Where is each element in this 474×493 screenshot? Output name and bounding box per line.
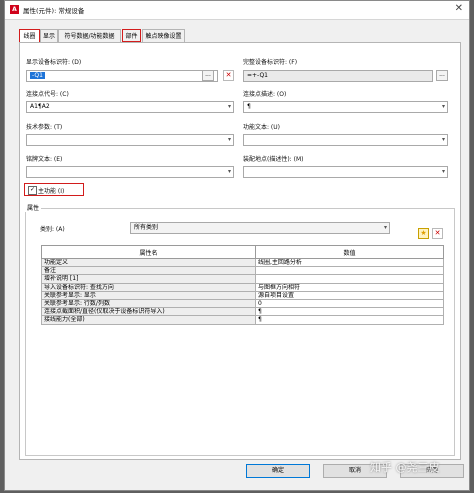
- ok-button[interactable]: 确定: [246, 464, 310, 478]
- install-location-input[interactable]: ▾: [243, 166, 448, 178]
- connection-code-input[interactable]: A1¶A2 ▾: [26, 101, 234, 113]
- property-value[interactable]: 源自项目设置: [255, 290, 444, 300]
- table-row[interactable]: 增补说明 [1]: [41, 274, 444, 284]
- tab-parts[interactable]: 部件: [122, 29, 141, 42]
- chevron-down-icon[interactable]: ▾: [228, 135, 231, 145]
- table-row[interactable]: 接线能力(全部) ¶: [41, 315, 444, 325]
- connection-desc-value: ¶: [247, 103, 251, 110]
- property-value[interactable]: ¶: [255, 307, 444, 317]
- properties-group-title: 属性: [25, 203, 42, 212]
- property-name: 连接点截面积/直径(仅取决于设备标识符导入): [41, 307, 256, 317]
- property-name: 增补说明 [1]: [41, 274, 256, 284]
- chevron-down-icon[interactable]: ▾: [228, 167, 231, 177]
- app-logo-icon: A: [10, 5, 19, 14]
- tab-panel: 显示设备标识符: (D) -Q1 ... ✕ 完整设备标识符: (F) =+-Q…: [19, 42, 461, 460]
- property-name: 关联参考显示: 行数/列数: [41, 298, 256, 309]
- tab-symbol-function-data[interactable]: 符号数据/功能数据: [58, 29, 121, 42]
- main-function-checkbox[interactable]: ✓ 主功能 (I): [24, 183, 84, 196]
- property-name: 接线能力(全部): [41, 315, 256, 325]
- main-function-label: 主功能 (I): [38, 188, 65, 195]
- full-id-field: =+-Q1: [243, 70, 433, 82]
- property-name: 导入设备标识符: 查找方向: [41, 282, 256, 292]
- delete-icon[interactable]: ✕: [432, 228, 443, 239]
- title-bar: A 属性(元件): 常规设备 ✕: [5, 1, 469, 20]
- property-name: 功能定义: [41, 257, 256, 268]
- display-id-value: -Q1: [30, 72, 45, 79]
- table-row[interactable]: 导入设备标识符: 查找方向 与图框方向相符: [41, 282, 444, 292]
- property-value[interactable]: ¶: [255, 315, 444, 325]
- column-header-value[interactable]: 数值: [255, 245, 444, 259]
- tab-contact-image-settings[interactable]: 触点映像设置: [142, 29, 185, 42]
- category-value: 所有类别: [134, 224, 159, 231]
- property-value[interactable]: 0: [255, 298, 444, 309]
- category-select[interactable]: 所有类别 ▾: [130, 222, 390, 234]
- chevron-down-icon[interactable]: ▾: [228, 102, 231, 112]
- full-id-more-button[interactable]: ...: [436, 70, 448, 81]
- delete-icon[interactable]: ✕: [223, 70, 234, 81]
- display-id-input[interactable]: -Q1: [26, 70, 218, 82]
- nameplate-label: 铭牌文本: (E): [26, 156, 63, 163]
- display-id-more-button[interactable]: ...: [202, 70, 214, 81]
- table-row[interactable]: 备注: [41, 266, 444, 276]
- func-text-label: 功能文本: (U): [243, 124, 281, 131]
- connection-code-value: A1¶A2: [30, 103, 50, 110]
- table-row[interactable]: 连接点截面积/直径(仅取决于设备标识符导入) ¶: [41, 307, 444, 317]
- property-value[interactable]: [255, 274, 444, 284]
- table-row[interactable]: 功能定义 线圈,主回路分析: [41, 257, 444, 268]
- properties-table: 属性名 数值 功能定义 线圈,主回路分析 备注 增补说明 [1] 导入设备标识符:…: [41, 245, 444, 325]
- checkbox-check-icon[interactable]: ✓: [28, 186, 37, 195]
- window-title: 属性(元件): 常规设备: [23, 7, 85, 15]
- func-text-input[interactable]: ▾: [243, 134, 448, 146]
- property-value[interactable]: 线圈,主回路分析: [255, 257, 444, 268]
- tab-coil[interactable]: 线圈: [19, 29, 40, 43]
- close-icon[interactable]: ✕: [455, 3, 463, 14]
- table-row[interactable]: 关联参考显示: 行数/列数 0: [41, 298, 444, 309]
- property-name: 备注: [41, 266, 256, 276]
- properties-dialog: A 属性(元件): 常规设备 ✕ 线圈 显示 符号数据/功能数据 部件 触点映像…: [4, 0, 470, 491]
- property-name: 关联参考显示: 显示: [41, 290, 256, 300]
- install-location-label: 装配地点(描述性): (M): [243, 156, 304, 163]
- chevron-down-icon[interactable]: ▾: [442, 167, 445, 177]
- watermark: 知乎 @尧三皮: [370, 461, 440, 474]
- tech-param-label: 技术参数: (T): [26, 124, 63, 131]
- connection-desc-input[interactable]: ¶ ▾: [243, 101, 448, 113]
- column-header-name[interactable]: 属性名: [41, 245, 256, 259]
- star-icon[interactable]: ★: [418, 228, 429, 239]
- chevron-down-icon[interactable]: ▾: [442, 135, 445, 145]
- connection-code-label: 连接点代号: (C): [26, 91, 69, 98]
- nameplate-input[interactable]: ▾: [26, 166, 234, 178]
- full-id-label: 完整设备标识符: (F): [243, 59, 298, 66]
- chevron-down-icon[interactable]: ▾: [384, 223, 387, 233]
- property-value[interactable]: 与图框方向相符: [255, 282, 444, 292]
- display-id-label: 显示设备标识符: (D): [26, 59, 82, 66]
- table-row[interactable]: 关联参考显示: 显示 源自项目设置: [41, 290, 444, 300]
- chevron-down-icon[interactable]: ▾: [442, 102, 445, 112]
- connection-desc-label: 连接点描述: (O): [243, 91, 287, 98]
- tech-param-input[interactable]: ▾: [26, 134, 234, 146]
- tab-display[interactable]: 显示: [40, 29, 58, 42]
- property-value[interactable]: [255, 266, 444, 276]
- category-label: 类别: (A): [40, 226, 65, 233]
